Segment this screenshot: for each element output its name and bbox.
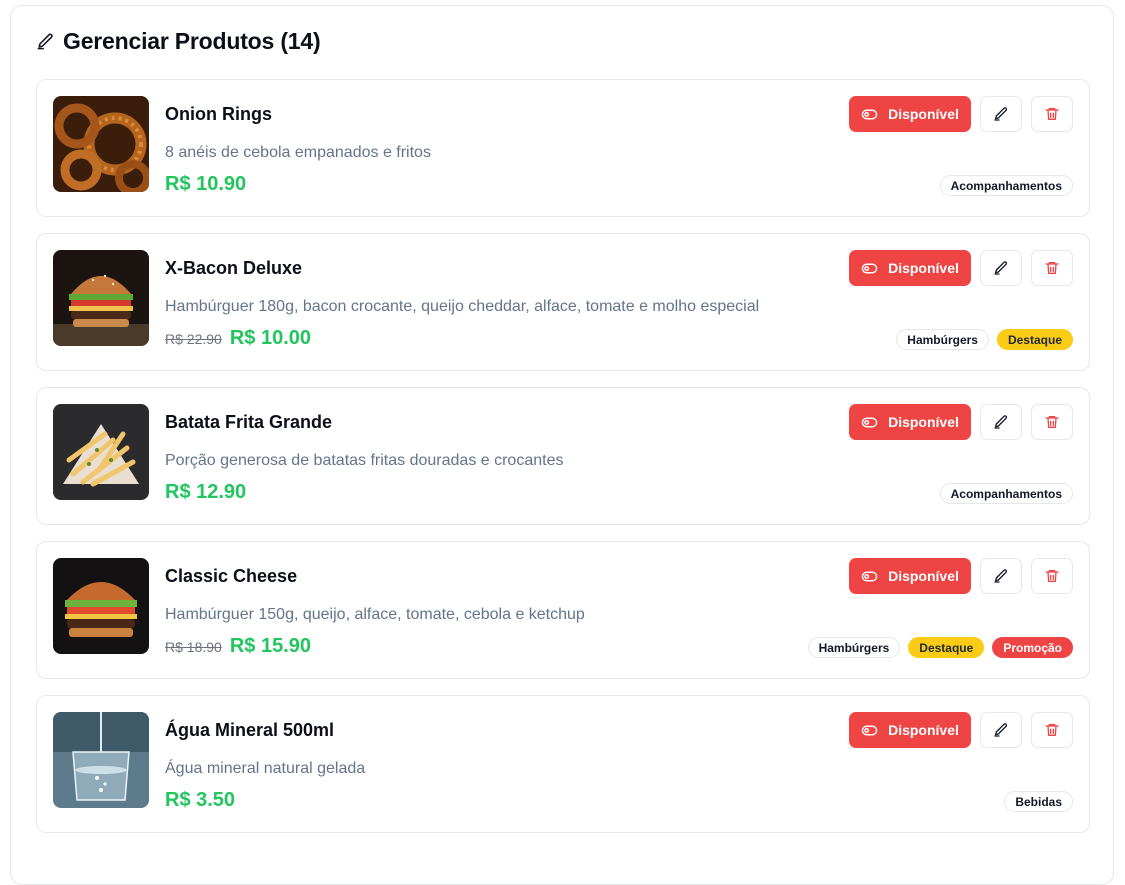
toggle-icon bbox=[861, 417, 878, 427]
products-panel: Gerenciar Produtos (14) Onion Rings 8 an… bbox=[10, 5, 1114, 885]
product-actions: Disponível bbox=[849, 558, 1073, 594]
old-price: R$ 22.90 bbox=[165, 331, 222, 347]
delete-button[interactable] bbox=[1031, 404, 1073, 440]
product-price: R$ 10.00 bbox=[229, 327, 311, 349]
availability-label: Disponível bbox=[888, 722, 959, 738]
product-name: Água Mineral 500ml bbox=[165, 720, 335, 740]
pencil-icon bbox=[994, 569, 1008, 583]
product-price: R$ 15.90 bbox=[229, 635, 311, 657]
trash-icon bbox=[1045, 108, 1059, 120]
availability-toggle-button[interactable]: Disponível bbox=[849, 404, 971, 440]
cheeseburger-image bbox=[53, 558, 149, 654]
delete-button[interactable] bbox=[1031, 250, 1073, 286]
page-title: Gerenciar Produtos (14) bbox=[63, 28, 321, 54]
product-tags: Hambúrgers Destaque bbox=[896, 329, 1073, 350]
toggle-icon bbox=[861, 263, 878, 273]
product-tags: Acompanhamentos bbox=[939, 175, 1073, 196]
promo-badge: Promoção bbox=[992, 637, 1073, 658]
toggle-icon bbox=[861, 109, 878, 119]
product-card: Classic Cheese Hambúrguer 150g, queijo, … bbox=[36, 541, 1090, 679]
toggle-icon bbox=[861, 725, 878, 735]
product-image bbox=[53, 404, 149, 500]
old-price: R$ 18.90 bbox=[165, 639, 222, 655]
availability-label: Disponível bbox=[888, 106, 959, 122]
product-description: Hambúrguer 150g, queijo, alface, tomate,… bbox=[165, 606, 585, 623]
delete-button[interactable] bbox=[1031, 96, 1073, 132]
fries-image bbox=[53, 404, 149, 500]
price-row: R$ 12.90 bbox=[165, 481, 246, 504]
category-badge: Acompanhamentos bbox=[939, 175, 1073, 196]
product-actions: Disponível bbox=[849, 712, 1073, 748]
onion-rings-image bbox=[53, 96, 149, 192]
featured-badge: Destaque bbox=[996, 329, 1073, 350]
pencil-icon bbox=[994, 415, 1008, 429]
trash-icon bbox=[1045, 570, 1059, 582]
toggle-icon bbox=[861, 571, 878, 581]
product-image bbox=[53, 558, 149, 654]
product-actions: Disponível bbox=[849, 250, 1073, 286]
product-image bbox=[53, 712, 149, 808]
availability-toggle-button[interactable]: Disponível bbox=[849, 558, 971, 594]
delete-button[interactable] bbox=[1031, 558, 1073, 594]
product-actions: Disponível bbox=[849, 96, 1073, 132]
price-row: R$ 10.90 bbox=[165, 173, 246, 196]
price-row: R$ 22.90 R$ 10.00 bbox=[165, 327, 311, 350]
edit-button[interactable] bbox=[980, 250, 1022, 286]
availability-toggle-button[interactable]: Disponível bbox=[849, 712, 971, 748]
burger-image bbox=[53, 250, 149, 346]
product-name: Classic Cheese bbox=[165, 566, 298, 586]
pencil-icon bbox=[37, 33, 53, 50]
category-badge: Acompanhamentos bbox=[939, 483, 1073, 504]
trash-icon bbox=[1045, 262, 1059, 274]
availability-toggle-button[interactable]: Disponível bbox=[849, 250, 971, 286]
pencil-icon bbox=[994, 261, 1008, 275]
product-card: Onion Rings 8 anéis de cebola empanados … bbox=[36, 79, 1090, 217]
availability-label: Disponível bbox=[888, 260, 959, 276]
pencil-icon bbox=[994, 107, 1008, 121]
product-tags: Bebidas bbox=[1004, 791, 1073, 812]
product-description: Água mineral natural gelada bbox=[165, 760, 366, 777]
product-name: Batata Frita Grande bbox=[165, 412, 333, 432]
product-description: 8 anéis de cebola empanados e fritos bbox=[165, 144, 431, 161]
category-badge: Bebidas bbox=[1004, 791, 1073, 812]
edit-button[interactable] bbox=[980, 96, 1022, 132]
product-card: Batata Frita Grande Porção generosa de b… bbox=[36, 387, 1090, 525]
price-row: R$ 18.90 R$ 15.90 bbox=[165, 635, 311, 658]
water-glass-image bbox=[53, 712, 149, 808]
product-price: R$ 12.90 bbox=[165, 481, 247, 503]
panel-header: Gerenciar Produtos (14) bbox=[36, 28, 321, 55]
product-name: Onion Rings bbox=[165, 104, 272, 124]
product-price: R$ 10.90 bbox=[165, 173, 247, 195]
availability-label: Disponível bbox=[888, 414, 959, 430]
category-badge: Hambúrgers bbox=[896, 329, 989, 350]
delete-button[interactable] bbox=[1031, 712, 1073, 748]
product-tags: Acompanhamentos bbox=[939, 483, 1073, 504]
product-actions: Disponível bbox=[849, 404, 1073, 440]
availability-label: Disponível bbox=[888, 568, 959, 584]
trash-icon bbox=[1045, 416, 1059, 428]
product-description: Porção generosa de batatas fritas dourad… bbox=[165, 452, 564, 469]
price-row: R$ 3.50 bbox=[165, 789, 235, 812]
product-card: X-Bacon Deluxe Hambúrguer 180g, bacon cr… bbox=[36, 233, 1090, 371]
edit-button[interactable] bbox=[980, 404, 1022, 440]
category-badge: Hambúrgers bbox=[807, 637, 901, 658]
product-tags: Hambúrgers Destaque Promoção bbox=[807, 637, 1073, 658]
product-name: X-Bacon Deluxe bbox=[165, 258, 303, 278]
product-image bbox=[53, 96, 149, 192]
trash-icon bbox=[1045, 724, 1059, 736]
product-card: Água Mineral 500ml Água mineral natural … bbox=[36, 695, 1090, 833]
featured-badge: Destaque bbox=[908, 637, 985, 658]
pencil-icon bbox=[994, 723, 1008, 737]
edit-button[interactable] bbox=[980, 712, 1022, 748]
edit-button[interactable] bbox=[980, 558, 1022, 594]
product-image bbox=[53, 250, 149, 346]
product-description: Hambúrguer 180g, bacon crocante, queijo … bbox=[165, 298, 760, 315]
availability-toggle-button[interactable]: Disponível bbox=[849, 96, 971, 132]
product-price: R$ 3.50 bbox=[165, 789, 236, 811]
